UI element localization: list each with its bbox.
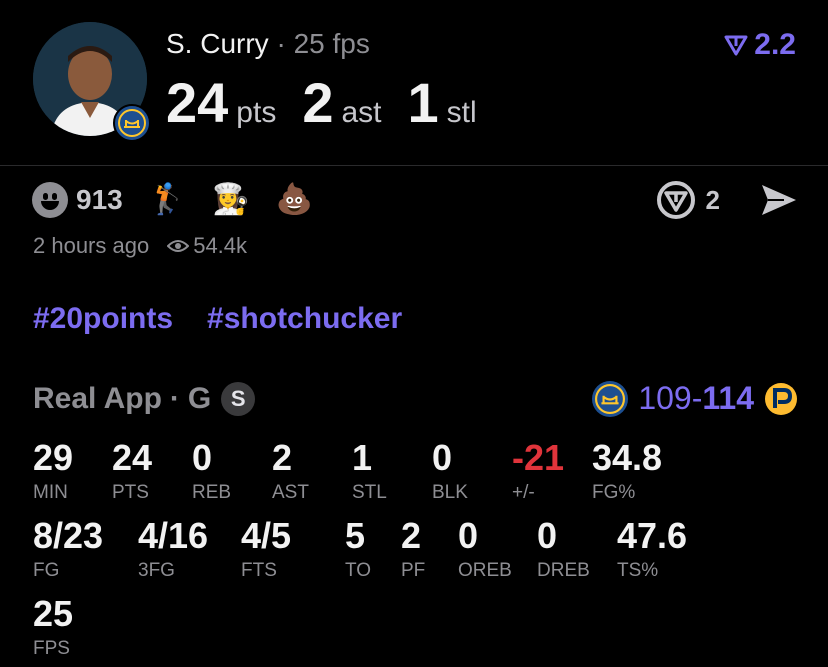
score-dash: - [691,380,703,416]
stat-value: 4/16 [138,515,209,556]
stat-label: FG [33,560,60,581]
stat-label: AST [272,482,309,503]
stat-label: BLK [432,482,468,503]
stat-stl: 1 STL [352,440,387,504]
stat-value: 0 [432,437,453,478]
assists-unit: ast [341,96,382,129]
stat-blk: 0 BLK [432,440,468,504]
stat-dreb: 0 DREB [537,518,590,582]
stat-value: 2 [401,515,422,556]
stat-value: 29 [33,437,74,478]
stat-3fg: 4/16 3FG [138,518,208,582]
header-divider [0,165,828,166]
stat-value: 0 [537,515,558,556]
points-value: 24 [166,71,229,134]
share-area: 2 [656,180,798,220]
stat-ts-pct: 47.6 TS% [617,518,687,582]
stat-value: 25 [33,593,74,634]
stat-oreb: 0 OREB [458,518,512,582]
stat-value: 0 [192,437,213,478]
stat-label: FPS [33,638,70,659]
view-count-value: 54.4k [193,233,248,258]
view-count: 54.4k [167,233,247,259]
stat-fts: 4/5 FTS [241,518,291,582]
post-meta: 2 hours ago 54.4k [33,233,247,259]
stat-value: 0 [458,515,479,556]
stat-label: +/- [512,482,535,503]
stat-value: 8/23 [33,515,104,556]
cook-emoji-reaction[interactable]: 👩‍🍳 [212,185,249,215]
stat-value: -21 [512,437,565,478]
stat-label: DREB [537,560,590,581]
stat-value: 24 [112,437,153,478]
stat-min: 29 MIN [33,440,73,504]
stat-reb: 0 REB [192,440,231,504]
eye-icon [167,240,190,252]
stat-label: MIN [33,482,68,503]
headline-stats: 24 pts 2 ast 1 stl [166,70,503,135]
stat-fg-pct: 34.8 FG% [592,440,662,504]
points-unit: pts [236,96,277,129]
hashtag-20points[interactable]: #20points [33,302,173,336]
timestamp: 2 hours ago [33,233,150,258]
steals-value: 1 [407,71,439,134]
share-count: 2 [705,184,720,215]
home-score: 109 [638,380,692,416]
stat-value: 5 [345,515,366,556]
player-position: G [187,382,212,415]
stat-value: 1 [352,437,373,478]
stat-value: 34.8 [592,437,663,478]
player-title: S. Curry · 25 fps [166,28,370,60]
stat-plus-minus: -21 +/- [512,440,564,504]
rating-value: 2.2 [754,28,796,61]
hashtag-list: #20points #shotchucker [33,302,402,336]
source-separator: · [169,382,180,415]
stat-label: OREB [458,560,512,581]
stat-value: 4/5 [241,515,292,556]
reaction-bar: 913 🏌️ 👩‍🍳 💩 [32,180,313,220]
rating-badge[interactable]: 2.2 [724,28,796,62]
source-app[interactable]: Real App [33,382,162,416]
poop-emoji-reaction[interactable]: 💩 [275,185,312,215]
real-logo-icon [724,35,748,56]
stat-label: STL [352,482,387,503]
stat-ast: 2 AST [272,440,309,504]
send-icon[interactable] [760,183,798,217]
player-name[interactable]: S. Curry [166,28,269,59]
stat-label: 3FG [138,560,175,581]
smiley-reaction-icon[interactable] [32,182,68,218]
stat-label: PF [401,560,426,581]
stat-value: 47.6 [617,515,688,556]
stat-pf: 2 PF [401,518,425,582]
game-source: Real App · G S [33,382,256,416]
stat-label: REB [192,482,232,503]
warriors-logo-icon [113,104,151,142]
golfer-emoji-reaction[interactable]: 🏌️ [149,185,186,215]
stat-label: PTS [112,482,149,503]
stat-fps: 25 FPS [33,596,73,660]
reaction-count[interactable]: 913 [76,184,123,216]
status-badge: S [221,382,256,416]
fps-value: 25 fps [293,28,370,59]
game-score[interactable]: 109-114 [592,380,798,417]
stat-label: FTS [241,560,277,581]
stat-to: 5 TO [345,518,371,582]
assists-value: 2 [302,71,334,134]
real-circle-logo-icon[interactable] [656,180,696,220]
stat-pts: 24 PTS [112,440,152,504]
title-separator: · [276,28,286,59]
stat-label: TS% [617,560,659,581]
warriors-logo-icon [592,380,629,417]
stat-fg: 8/23 FG [33,518,103,582]
stat-label: TO [345,560,372,581]
stat-value: 2 [272,437,293,478]
steals-unit: stl [446,96,477,129]
pacers-logo-icon [765,382,797,415]
away-score: 114 [702,380,754,416]
stat-label: FG% [592,482,636,503]
hashtag-shotchucker[interactable]: #shotchucker [207,302,402,336]
